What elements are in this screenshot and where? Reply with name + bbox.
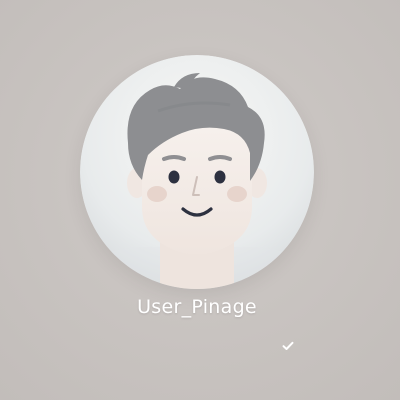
avatar[interactable] — [80, 55, 314, 289]
checkmark-icon[interactable] — [281, 339, 295, 353]
username-label: User_Pinage — [137, 296, 257, 318]
profile-screen: User_Pinage — [0, 0, 400, 400]
user-avatar-icon — [80, 55, 314, 289]
